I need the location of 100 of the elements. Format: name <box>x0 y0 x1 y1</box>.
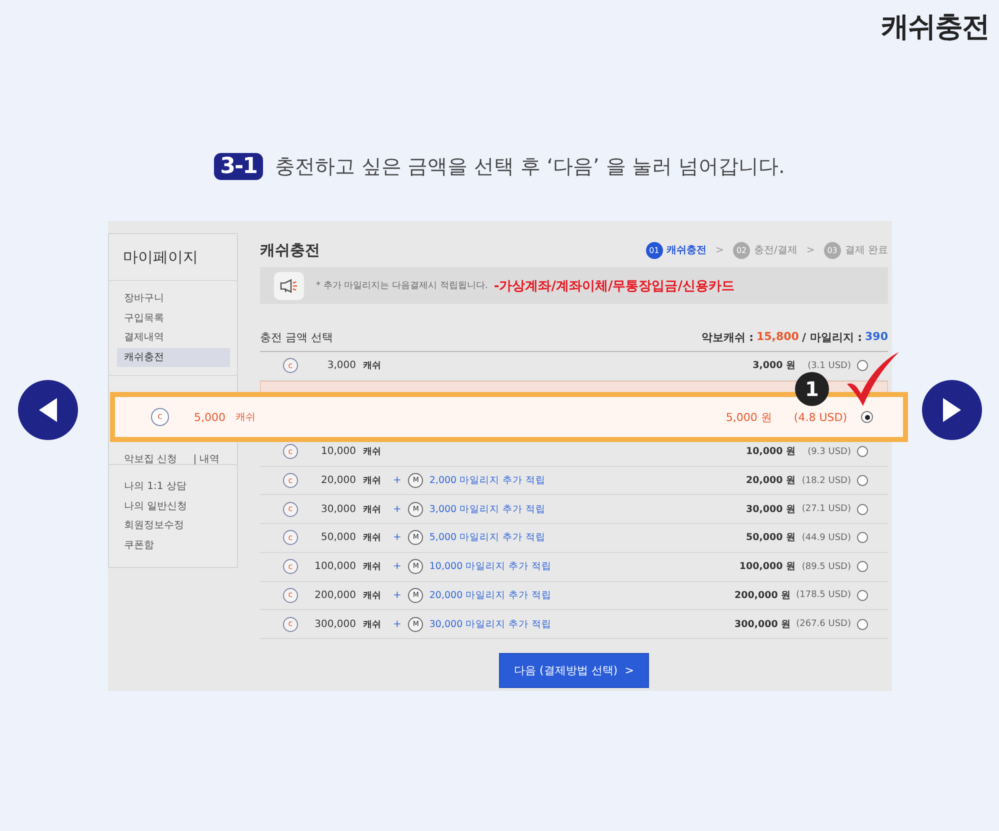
usd-price: (9.3 USD) <box>806 446 851 457</box>
page-title: 캐쉬충전 <box>881 9 989 45</box>
instruction-text: 충전하고 싶은 금액을 선택 후 ‘다음’ 을 눌러 넘어갑니다. <box>274 152 785 180</box>
cash-amount: 100,000 <box>314 561 356 572</box>
amount-select-title: 충전 금액 선택 <box>260 330 333 345</box>
sidebar-item[interactable]: 나의 일반신청 <box>117 496 230 516</box>
balance-label: 악보캐쉬 : <box>701 330 754 345</box>
usd-price: (4.8 USD) <box>794 410 847 424</box>
bonus-mileage-text: 5,000 마일리지 추가 적립 <box>429 531 546 544</box>
cash-amount: 30,000 <box>320 504 356 515</box>
cash-unit: 캐쉬 <box>363 446 381 458</box>
radio-button[interactable] <box>857 475 868 486</box>
mileage-balance: 390 <box>865 330 888 345</box>
step-number: 02 <box>733 242 750 258</box>
radio-button[interactable] <box>857 532 868 544</box>
next-button[interactable]: 다음 (결제방법 선택) > <box>499 652 649 688</box>
cash-amount: 50,000 <box>320 532 356 544</box>
right-arrow-icon <box>941 397 963 423</box>
cash-coin-icon: c <box>283 473 298 488</box>
left-arrow-icon <box>37 397 59 423</box>
cash-unit: 캐쉬 <box>236 411 256 424</box>
step-number-badge: 1 <box>795 372 829 406</box>
price-text: 20,000 원 <box>746 474 796 488</box>
price-text: 100,000 원 <box>739 560 796 574</box>
cash-amount: 10,000 <box>320 446 356 458</box>
radio-button[interactable] <box>857 504 868 515</box>
step-number: 03 <box>824 242 841 258</box>
cash-coin-icon: c <box>283 530 298 546</box>
plus-sign: + <box>393 504 402 515</box>
bonus-mileage-text: 30,000 마일리지 추가 적립 <box>429 618 552 631</box>
plus-sign: + <box>393 618 402 630</box>
cash-coin-icon: c <box>283 502 298 517</box>
sidebar-item[interactable]: 나의 1:1 상담 <box>117 477 230 496</box>
radio-button[interactable] <box>857 590 868 601</box>
cash-amount: 300,000 <box>314 618 356 630</box>
notice-text: * 추가 마일리지는 다음결제시 적립됩니다. <box>316 280 488 292</box>
cash-coin-icon: c <box>283 616 298 632</box>
cash-unit: 캐쉬 <box>363 475 381 488</box>
cash-amount: 200,000 <box>314 590 356 601</box>
cash-unit: 캐쉬 <box>363 590 381 602</box>
cash-amount: 5,000 <box>194 410 226 424</box>
chevron-separator: > <box>806 244 815 256</box>
plus-sign: + <box>393 590 402 601</box>
radio-button[interactable] <box>857 618 868 630</box>
step-badge: 3-1 <box>214 152 263 180</box>
cash-unit: 캐쉬 <box>363 618 381 631</box>
bonus-mileage-text: 10,000 마일리지 추가 적립 <box>429 560 552 574</box>
sidebar-item[interactable]: 회원정보수정 <box>117 516 230 536</box>
price-text: 10,000 원 <box>746 445 796 458</box>
plus-sign: + <box>393 475 402 486</box>
step-label: 결제 완료 <box>844 244 888 257</box>
price-text: 50,000 원 <box>746 531 796 544</box>
bonus-mileage-text: 20,000 마일리지 추가 적립 <box>429 588 552 602</box>
price-text: 3,000 원 <box>752 359 796 372</box>
radio-button[interactable] <box>857 360 868 372</box>
usd-price: (27.1 USD) <box>801 504 851 514</box>
price-text: 300,000 원 <box>734 618 792 631</box>
sidebar-link[interactable]: | 내역 <box>193 450 220 470</box>
bonus-mileage-text: 2,000 마일리지 추가 적립 <box>429 474 546 488</box>
step-label: 캐쉬충전 <box>666 244 707 257</box>
cash-amount: 20,000 <box>320 475 356 486</box>
step-label: 충전/결제 <box>754 244 798 257</box>
cash-unit: 캐쉬 <box>363 504 381 516</box>
cash-coin-icon: c <box>283 559 298 574</box>
sidebar-item[interactable]: 결제내역 <box>117 328 230 348</box>
radio-button[interactable] <box>857 561 868 572</box>
radio-button[interactable] <box>857 446 868 458</box>
usd-price: (89.5 USD) <box>801 562 851 572</box>
usd-price: (18.2 USD) <box>801 476 851 486</box>
step-number: 01 <box>646 242 663 258</box>
payment-methods-text: -가상계좌/계좌이체/무통장입금/신용카드 <box>494 278 734 294</box>
usd-price: (3.1 USD) <box>806 360 851 371</box>
sidebar-item[interactable]: 캐쉬충전 <box>117 348 230 367</box>
mileage-label: / 마일리지 : <box>802 330 862 345</box>
usd-price: (44.9 USD) <box>801 532 851 543</box>
plus-sign: + <box>393 532 402 544</box>
sidebar-item[interactable]: 쿠폰함 <box>117 536 230 555</box>
section-title: 캐쉬충전 <box>260 240 320 260</box>
price-text: 200,000 원 <box>734 588 792 602</box>
plus-sign: + <box>393 561 402 572</box>
price-text: 30,000 원 <box>746 502 796 516</box>
usd-price: (178.5 USD) <box>796 590 851 600</box>
usd-price: (267.6 USD) <box>796 619 851 630</box>
cash-coin-icon: c <box>151 408 169 426</box>
bonus-mileage-text: 3,000 마일리지 추가 적립 <box>429 502 546 516</box>
sidebar-link[interactable]: 악보집 신청 <box>124 450 178 470</box>
sidebar-title: 마이페이지 <box>109 234 237 281</box>
cash-amount: 3,000 <box>326 360 356 372</box>
cash-unit: 캐쉬 <box>363 360 381 372</box>
cash-unit: 캐쉬 <box>363 532 381 544</box>
radio-button[interactable] <box>861 411 873 423</box>
cash-coin-icon: c <box>283 444 298 460</box>
cash-balance: 15,800 <box>756 330 799 345</box>
cash-unit: 캐쉬 <box>363 561 381 574</box>
sidebar-item[interactable]: 장바구니 <box>117 289 230 308</box>
cash-coin-icon: c <box>283 358 298 374</box>
sidebar-item[interactable]: 구입목록 <box>117 308 230 328</box>
chevron-separator: > <box>716 244 724 256</box>
megaphone-icon <box>279 278 299 292</box>
cash-coin-icon: c <box>283 588 298 603</box>
